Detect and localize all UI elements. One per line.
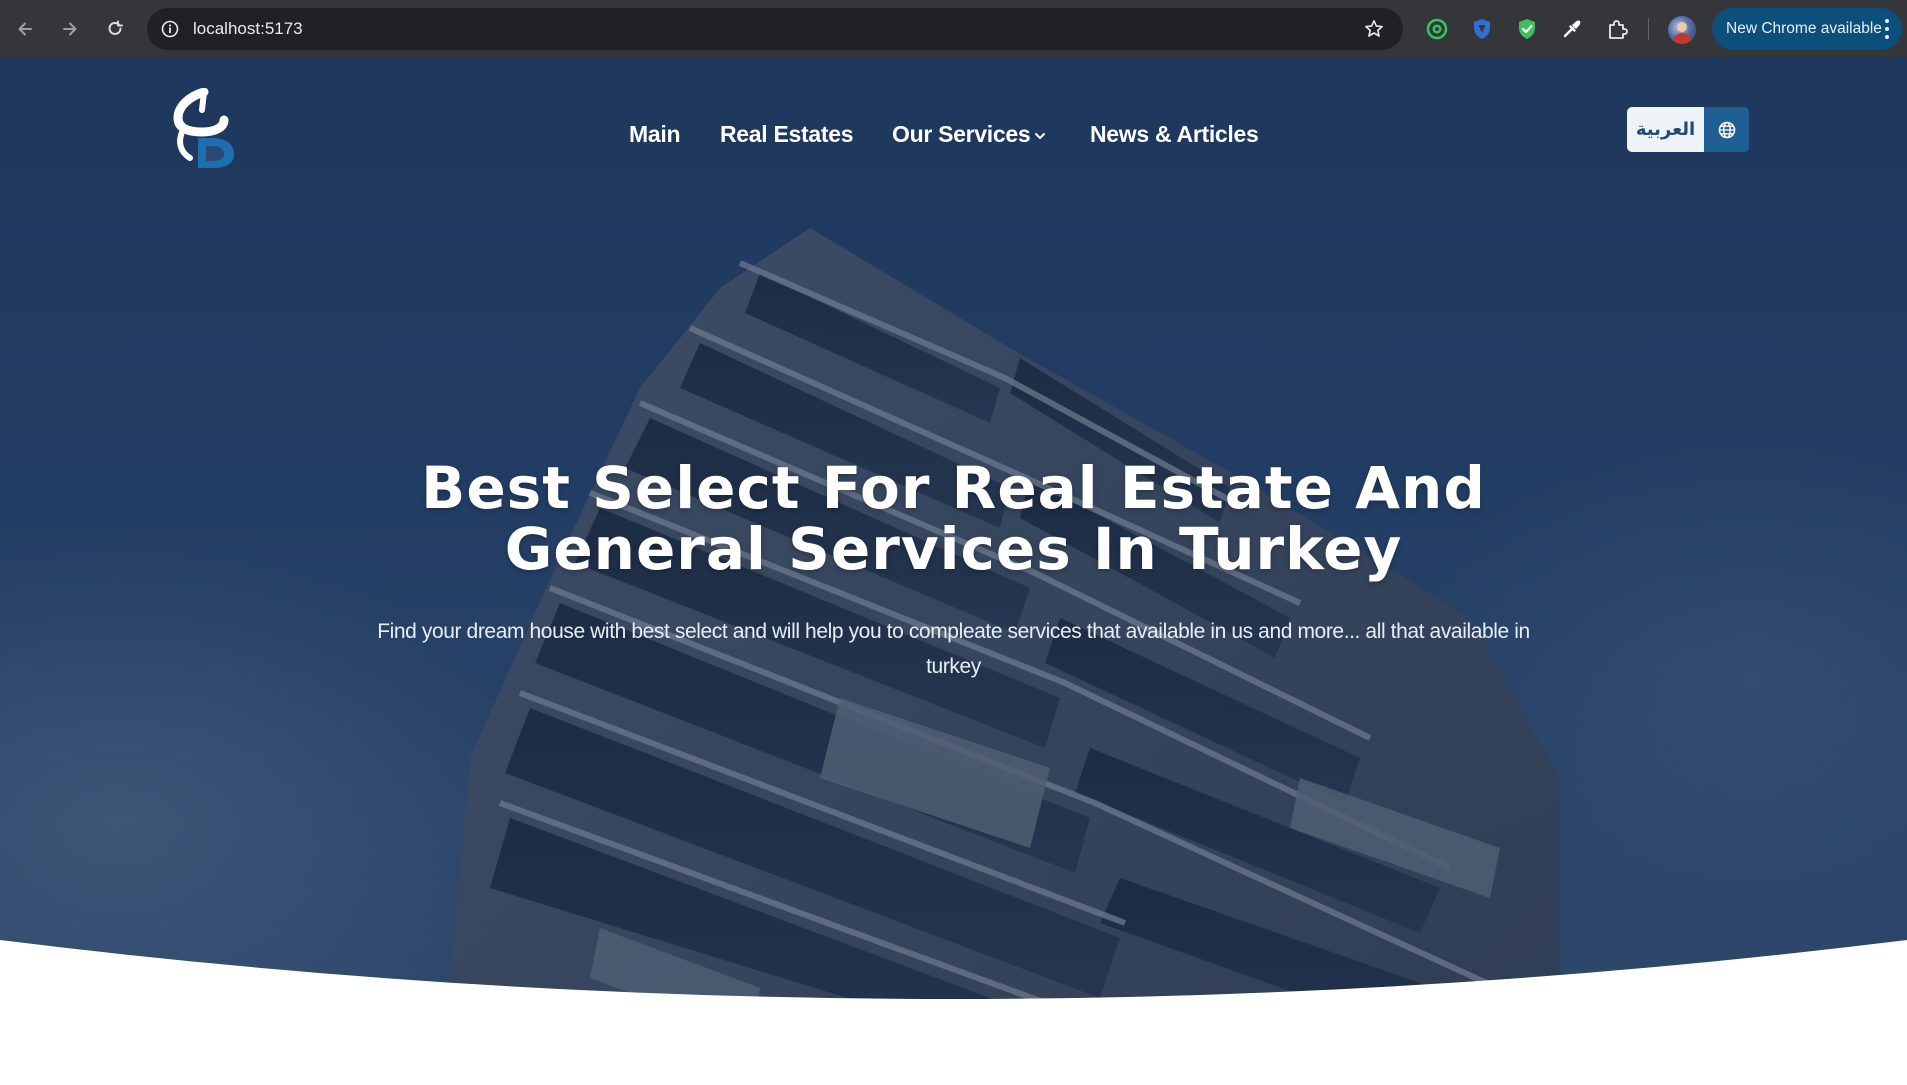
- address-bar[interactable]: localhost:5173: [147, 8, 1403, 50]
- green-shield-check-extension-icon[interactable]: [1513, 15, 1541, 43]
- three-dots-menu-icon[interactable]: [1884, 19, 1890, 39]
- puzzle-extensions-icon[interactable]: [1603, 15, 1631, 43]
- chrome-update-button[interactable]: New Chrome available: [1712, 8, 1902, 50]
- hero-subtitle-line-2: turkey: [926, 655, 981, 678]
- chevron-down-icon: [1035, 132, 1046, 139]
- green-ring-extension-icon[interactable]: [1423, 15, 1451, 43]
- globe-icon[interactable]: [1704, 107, 1749, 152]
- info-icon[interactable]: [159, 18, 181, 40]
- nav-our-services[interactable]: Our Services: [892, 121, 1046, 148]
- hero-title: Best Select For Real Estate And General …: [200, 458, 1707, 580]
- nav-news-articles[interactable]: News & Articles: [1090, 121, 1259, 148]
- eyedropper-extension-icon[interactable]: [1558, 15, 1586, 43]
- shield-extension-icon[interactable]: [1468, 15, 1496, 43]
- star-icon[interactable]: [1363, 18, 1385, 40]
- nav-our-services-label: Our Services: [892, 121, 1031, 147]
- main-navigation: Main Real Estates Our Services News & Ar…: [0, 115, 1907, 155]
- hero-subtitle-line-1: Find your dream house with best select a…: [377, 620, 1530, 643]
- arabic-language-button[interactable]: العربية: [1627, 107, 1704, 152]
- hero-title-line-2: General Services In Turkey: [504, 515, 1403, 583]
- hero-subtitle: Find your dream house with best select a…: [320, 614, 1587, 684]
- url-text[interactable]: localhost:5173: [193, 19, 303, 39]
- arrow-left-icon[interactable]: [10, 14, 40, 44]
- reload-icon[interactable]: [100, 14, 130, 44]
- toolbar-divider: [1648, 18, 1649, 40]
- language-switcher: العربية: [1627, 107, 1749, 152]
- nav-real-estates[interactable]: Real Estates: [720, 121, 854, 148]
- avatar-icon[interactable]: [1668, 16, 1696, 44]
- hero-title-line-1: Best Select For Real Estate And: [421, 454, 1486, 522]
- hero-section: Main Real Estates Our Services News & Ar…: [0, 58, 1907, 1085]
- update-label: New Chrome available: [1726, 20, 1882, 37]
- browser-toolbar: localhost:5173 New Chrome available: [0, 0, 1907, 58]
- arrow-right-icon[interactable]: [55, 14, 85, 44]
- nav-main[interactable]: Main: [629, 121, 681, 148]
